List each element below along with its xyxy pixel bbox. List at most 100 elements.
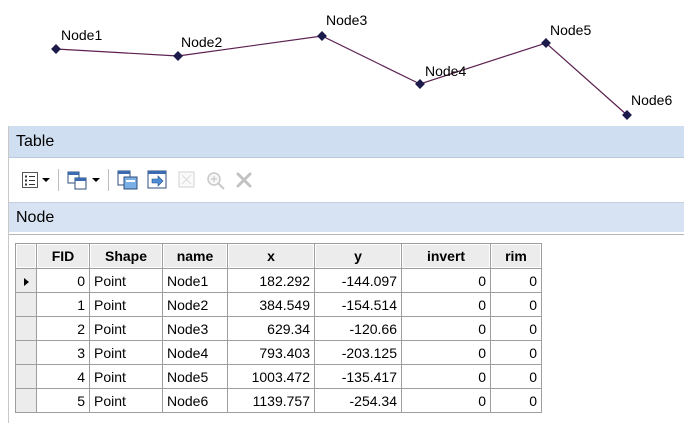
- map-view[interactable]: Node1 Node2 Node3 Node4 Node5 Node6: [0, 0, 684, 126]
- cell-shape[interactable]: Point: [89, 388, 163, 413]
- table-options-icon: [22, 172, 38, 188]
- column-header-name[interactable]: name: [162, 243, 228, 269]
- tab-node[interactable]: Node: [16, 209, 54, 227]
- node2-label: Node2: [181, 34, 222, 50]
- delete-selected-button[interactable]: [235, 171, 253, 189]
- cell-fid[interactable]: 1: [36, 292, 90, 317]
- node4-point[interactable]: [415, 79, 425, 89]
- column-header-rim[interactable]: rim: [490, 243, 542, 269]
- table-window-title-bar[interactable]: Table: [9, 126, 684, 158]
- column-header-y[interactable]: y: [314, 243, 402, 269]
- table-options-button[interactable]: [21, 171, 50, 189]
- node3-label: Node3: [326, 12, 367, 28]
- toolbar-separator: [108, 169, 109, 191]
- chevron-down-icon: [92, 178, 100, 182]
- zoom-to-selected-icon: [207, 172, 225, 190]
- cell-y[interactable]: -154.514: [314, 292, 402, 317]
- cell-invert[interactable]: 0: [401, 364, 491, 389]
- cell-x[interactable]: 629.34: [227, 316, 315, 341]
- clear-selection-icon: [178, 171, 195, 188]
- cell-name[interactable]: Node2: [162, 292, 228, 317]
- cell-rim[interactable]: 0: [490, 340, 542, 365]
- node5-label: Node5: [550, 22, 591, 38]
- row-selector[interactable]: [15, 292, 37, 317]
- cell-fid[interactable]: 4: [36, 364, 90, 389]
- node1-label: Node1: [61, 27, 102, 43]
- cell-fid[interactable]: 2: [36, 316, 90, 341]
- table-row[interactable]: 2 Point Node3 629.34 -120.66 0 0: [15, 316, 542, 341]
- cell-x[interactable]: 793.403: [227, 340, 315, 365]
- related-tables-icon: [67, 171, 87, 190]
- select-by-attributes-button[interactable]: [117, 170, 139, 190]
- cell-invert[interactable]: 0: [401, 292, 491, 317]
- cell-name[interactable]: Node4: [162, 340, 228, 365]
- cell-rim[interactable]: 0: [490, 388, 542, 413]
- select-by-attributes-icon: [117, 170, 138, 190]
- cell-y[interactable]: -144.097: [314, 268, 402, 293]
- cell-invert[interactable]: 0: [401, 340, 491, 365]
- related-tables-button[interactable]: [67, 170, 100, 190]
- window-title: Table: [16, 132, 55, 150]
- table-row[interactable]: 4 Point Node5 1003.472 -135.417 0 0: [15, 364, 542, 389]
- cell-name[interactable]: Node6: [162, 388, 228, 413]
- cell-fid[interactable]: 5: [36, 388, 90, 413]
- column-header-fid[interactable]: FID: [36, 243, 90, 269]
- cell-invert[interactable]: 0: [401, 268, 491, 293]
- delete-selected-icon: [236, 172, 252, 188]
- cell-y[interactable]: -254.34: [314, 388, 402, 413]
- cell-x[interactable]: 1139.757: [227, 388, 315, 413]
- row-selector[interactable]: [15, 268, 37, 293]
- cell-rim[interactable]: 0: [490, 316, 542, 341]
- column-header-shape[interactable]: Shape: [89, 243, 163, 269]
- toolbar-separator: [58, 169, 59, 191]
- cell-shape[interactable]: Point: [89, 268, 163, 293]
- clear-selection-button[interactable]: [177, 170, 197, 190]
- zoom-to-selected-button[interactable]: [205, 170, 227, 190]
- table-window: Table Node FID Shape name x y invert rim…: [8, 126, 684, 424]
- cell-name[interactable]: Node5: [162, 364, 228, 389]
- row-selector[interactable]: [15, 340, 37, 365]
- node2-point[interactable]: [173, 51, 183, 61]
- cell-y[interactable]: -203.125: [314, 340, 402, 365]
- table-row[interactable]: 3 Point Node4 793.403 -203.125 0 0: [15, 340, 542, 365]
- cell-shape[interactable]: Point: [89, 292, 163, 317]
- table-row[interactable]: 1 Point Node2 384.549 -154.514 0 0: [15, 292, 542, 317]
- cell-x[interactable]: 384.549: [227, 292, 315, 317]
- cell-rim[interactable]: 0: [490, 268, 542, 293]
- network-polyline[interactable]: [55, 35, 628, 116]
- row-selector[interactable]: [15, 388, 37, 413]
- switch-selection-button[interactable]: [147, 170, 169, 190]
- node6-label: Node6: [631, 92, 672, 108]
- table-row[interactable]: 5 Point Node6 1139.757 -254.34 0 0: [15, 388, 542, 413]
- row-selector[interactable]: [15, 364, 37, 389]
- table-tab-bar: Node: [9, 202, 684, 232]
- cell-y[interactable]: -135.417: [314, 364, 402, 389]
- cell-rim[interactable]: 0: [490, 364, 542, 389]
- table-header-row: FID Shape name x y invert rim: [15, 243, 542, 269]
- attribute-table: FID Shape name x y invert rim 0 Point No…: [15, 243, 542, 413]
- cell-x[interactable]: 1003.472: [227, 364, 315, 389]
- cell-x[interactable]: 182.292: [227, 268, 315, 293]
- column-header-x[interactable]: x: [227, 243, 315, 269]
- cell-shape[interactable]: Point: [89, 364, 163, 389]
- node3-point[interactable]: [317, 31, 327, 41]
- switch-selection-icon: [147, 170, 167, 189]
- row-selector-header[interactable]: [15, 243, 37, 269]
- cell-shape[interactable]: Point: [89, 316, 163, 341]
- row-selector[interactable]: [15, 316, 37, 341]
- cell-fid[interactable]: 3: [36, 340, 90, 365]
- cell-fid[interactable]: 0: [36, 268, 90, 293]
- node1-point[interactable]: [51, 44, 61, 54]
- chevron-down-icon: [42, 178, 50, 182]
- column-header-invert[interactable]: invert: [401, 243, 491, 269]
- cell-y[interactable]: -120.66: [314, 316, 402, 341]
- cell-invert[interactable]: 0: [401, 388, 491, 413]
- attribute-grid: FID Shape name x y invert rim 0 Point No…: [9, 234, 684, 424]
- cell-name[interactable]: Node3: [162, 316, 228, 341]
- cell-rim[interactable]: 0: [490, 292, 542, 317]
- cell-name[interactable]: Node1: [162, 268, 228, 293]
- node4-label: Node4: [425, 63, 466, 79]
- cell-shape[interactable]: Point: [89, 340, 163, 365]
- cell-invert[interactable]: 0: [401, 316, 491, 341]
- table-row[interactable]: 0 Point Node1 182.292 -144.097 0 0: [15, 268, 542, 293]
